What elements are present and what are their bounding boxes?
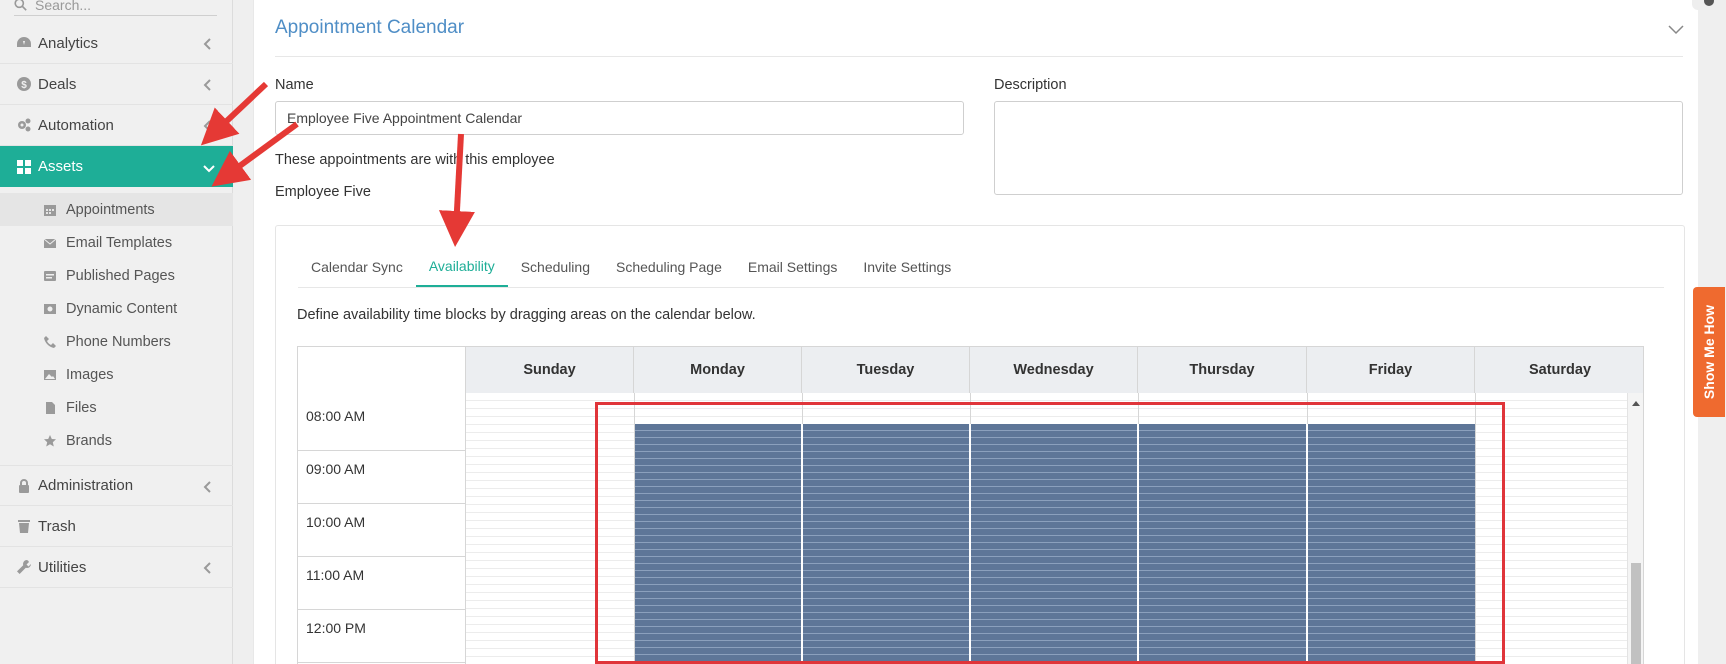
wrench-icon bbox=[14, 557, 34, 577]
sub-item-label: Appointments bbox=[66, 201, 155, 218]
panel-title: Appointment Calendar bbox=[275, 17, 465, 38]
tab-scheduling[interactable]: Scheduling bbox=[508, 246, 603, 288]
sub-item-label: Published Pages bbox=[66, 267, 175, 284]
description-field[interactable] bbox=[994, 101, 1683, 195]
lock-icon bbox=[14, 476, 34, 496]
divider bbox=[275, 56, 1683, 57]
nav-utilities[interactable]: Utilities bbox=[0, 547, 233, 588]
time-label: 10:00 AM bbox=[298, 504, 466, 557]
availability-highlight-box bbox=[595, 402, 1505, 664]
chevron-left-icon bbox=[203, 119, 213, 132]
chevron-left-icon bbox=[203, 78, 213, 91]
nav-label: Assets bbox=[38, 158, 84, 175]
phone-icon bbox=[42, 334, 58, 350]
nav-label: Administration bbox=[38, 477, 134, 494]
sub-item-label: Files bbox=[66, 399, 97, 416]
sub-item-files[interactable]: Files bbox=[0, 391, 233, 424]
day-header-sunday: Sunday bbox=[466, 347, 634, 393]
name-field[interactable]: Employee Five Appointment Calendar bbox=[275, 101, 964, 135]
chevron-left-icon bbox=[203, 480, 213, 493]
time-label: 12:00 PM bbox=[298, 610, 466, 663]
search-icon bbox=[14, 0, 27, 11]
sub-item-brands[interactable]: Brands bbox=[0, 424, 233, 457]
grid-icon bbox=[14, 157, 34, 177]
nav-label: Analytics bbox=[38, 34, 99, 52]
nav-administration[interactable]: Administration bbox=[0, 465, 233, 506]
scroll-up-icon[interactable] bbox=[1632, 401, 1640, 406]
day-header-monday: Monday bbox=[634, 347, 802, 393]
nav-label: Utilities bbox=[38, 558, 87, 576]
search-box[interactable]: Search... bbox=[14, 0, 217, 16]
sub-item-published-pages[interactable]: Published Pages bbox=[0, 259, 233, 292]
tab-email-settings[interactable]: Email Settings bbox=[735, 246, 850, 288]
assets-submenu: Appointments Email Templates Published P… bbox=[0, 193, 233, 457]
nav-automation[interactable]: Automation bbox=[0, 105, 233, 146]
name-label: Name bbox=[275, 77, 314, 93]
sub-item-email-templates[interactable]: Email Templates bbox=[0, 226, 233, 259]
nav-trash[interactable]: Trash bbox=[0, 506, 233, 547]
tab-scheduling-page[interactable]: Scheduling Page bbox=[603, 246, 735, 288]
tab-bar: Calendar Sync Availability Scheduling Sc… bbox=[298, 246, 964, 288]
tab-calendar-sync[interactable]: Calendar Sync bbox=[298, 246, 416, 288]
nav-assets[interactable]: Assets bbox=[0, 146, 233, 187]
sub-item-label: Dynamic Content bbox=[66, 300, 178, 317]
time-column: 08:00 AM 09:00 AM 10:00 AM 11:00 AM 12:0… bbox=[298, 393, 466, 664]
svg-text:$: $ bbox=[21, 80, 27, 91]
calendar-scrollbar[interactable] bbox=[1627, 393, 1643, 664]
employee-note: These appointments are with this employe… bbox=[275, 152, 555, 168]
availability-help-text: Define availability time blocks by dragg… bbox=[297, 307, 756, 323]
calendar-header: Sunday Monday Tuesday Wednesday Thursday… bbox=[298, 347, 1643, 393]
day-header-thursday: Thursday bbox=[1138, 347, 1307, 393]
divider bbox=[298, 287, 1664, 288]
nav-label: Deals bbox=[38, 75, 77, 93]
sub-item-label: Phone Numbers bbox=[66, 333, 171, 350]
description-label: Description bbox=[994, 77, 1067, 93]
chevron-down-icon[interactable] bbox=[1668, 22, 1684, 35]
tab-availability[interactable]: Availability bbox=[415, 246, 508, 288]
nav-deals[interactable]: $ Deals bbox=[0, 64, 233, 105]
dynamic-content-icon bbox=[42, 301, 58, 317]
sub-item-label: Email Templates bbox=[66, 234, 173, 251]
time-label: 09:00 AM bbox=[298, 451, 466, 504]
sub-item-label: Brands bbox=[66, 432, 112, 449]
tab-invite-settings[interactable]: Invite Settings bbox=[850, 246, 964, 288]
employee-name: Employee Five bbox=[275, 184, 371, 200]
sub-item-images[interactable]: Images bbox=[0, 358, 233, 391]
star-icon bbox=[42, 433, 58, 449]
sub-item-label: Images bbox=[66, 366, 114, 383]
cogs-icon bbox=[14, 115, 34, 135]
time-label: 08:00 AM bbox=[298, 398, 466, 451]
file-icon bbox=[42, 400, 58, 416]
scroll-thumb[interactable] bbox=[1631, 563, 1641, 664]
sidebar: Search... Analytics $ Deals Automation A… bbox=[0, 0, 233, 664]
day-header-friday: Friday bbox=[1307, 347, 1475, 393]
search-placeholder: Search... bbox=[35, 0, 92, 13]
show-me-how-button[interactable]: Show Me How bbox=[1693, 287, 1725, 417]
dollar-icon: $ bbox=[14, 74, 34, 94]
chevron-left-icon bbox=[203, 37, 213, 50]
nav-analytics[interactable]: Analytics bbox=[0, 23, 233, 64]
show-me-how-label: Show Me How bbox=[1701, 304, 1717, 400]
nav-label: Automation bbox=[38, 116, 114, 134]
day-header-saturday: Saturday bbox=[1475, 347, 1643, 393]
sub-item-dynamic-content[interactable]: Dynamic Content bbox=[0, 292, 233, 325]
sub-item-appointments[interactable]: Appointments bbox=[0, 193, 233, 226]
image-icon bbox=[42, 367, 58, 383]
day-header-tuesday: Tuesday bbox=[802, 347, 970, 393]
calendar-corner bbox=[298, 347, 466, 393]
envelope-icon bbox=[42, 235, 58, 251]
time-label: 11:00 AM bbox=[298, 557, 466, 610]
nav-label: Trash bbox=[38, 517, 76, 535]
page-icon bbox=[42, 268, 58, 284]
day-header-wednesday: Wednesday bbox=[970, 347, 1138, 393]
chevron-left-icon bbox=[203, 561, 213, 574]
calendar-icon bbox=[42, 202, 58, 218]
trash-icon bbox=[14, 516, 34, 536]
top-corner-button[interactable] bbox=[1692, 0, 1726, 10]
sub-item-phone-numbers[interactable]: Phone Numbers bbox=[0, 325, 233, 358]
dashboard-icon bbox=[14, 33, 34, 53]
chevron-down-icon bbox=[203, 161, 215, 173]
